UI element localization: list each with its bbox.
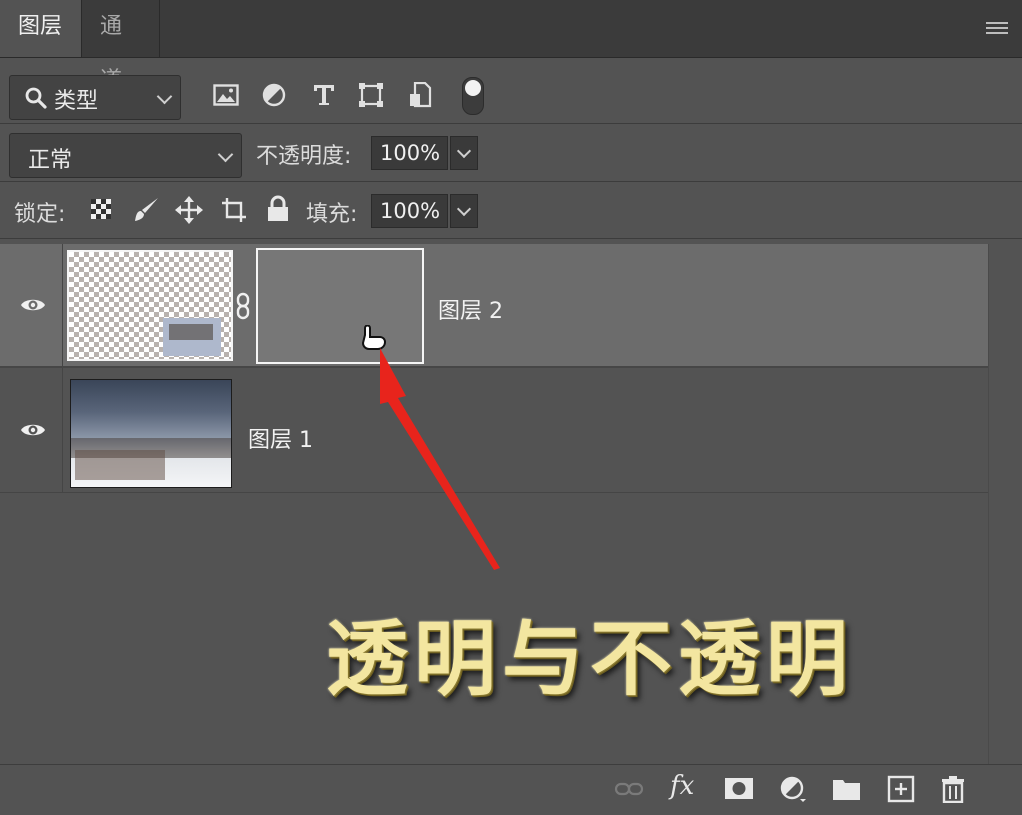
mask-link-icon[interactable] <box>235 292 251 320</box>
toggle-knob <box>465 80 481 96</box>
visibility-column <box>0 244 63 366</box>
opacity-label: 不透明度: <box>256 144 352 169</box>
adjustment-filter-icon[interactable] <box>262 83 286 107</box>
filter-toggle-icon[interactable] <box>462 77 484 115</box>
search-icon <box>25 87 47 109</box>
fill-slider-dropdown[interactable] <box>450 194 478 228</box>
lock-artboard-icon[interactable] <box>220 196 248 224</box>
divider <box>0 238 1022 239</box>
smart-object-filter-icon[interactable] <box>408 82 432 108</box>
eye-icon[interactable] <box>20 297 46 313</box>
annotation-caption: 透明与不透明 <box>326 611 855 707</box>
layer-name[interactable]: 图层 1 <box>248 422 313 454</box>
opacity-input[interactable]: 100% <box>371 136 448 170</box>
panel-bottom-bar <box>0 764 1022 815</box>
opacity-slider-dropdown[interactable] <box>450 136 478 170</box>
lock-transparent-pixels-icon[interactable] <box>90 198 112 220</box>
lock-image-pixels-icon[interactable] <box>132 196 160 224</box>
filter-kind-label: 类型 <box>54 89 99 114</box>
fill-input[interactable]: 100% <box>371 194 448 228</box>
chevron-down-icon <box>456 201 472 217</box>
layer-thumbnail[interactable] <box>67 250 233 361</box>
layer-name[interactable]: 图层 2 <box>438 293 503 325</box>
eye-icon[interactable] <box>20 422 46 438</box>
tab-layers[interactable]: 图层 <box>0 0 82 57</box>
lock-position-icon[interactable] <box>175 196 203 224</box>
image-fragment <box>75 450 165 480</box>
divider <box>0 181 1022 182</box>
annotation-arrow <box>380 348 500 570</box>
layers-scrollbar[interactable] <box>988 244 1022 764</box>
image-fragment <box>169 324 213 340</box>
lock-label: 锁定: <box>14 202 66 227</box>
fill-label: 填充: <box>306 202 358 227</box>
adjustment-layer-icon[interactable] <box>778 775 808 803</box>
trash-icon[interactable] <box>938 775 968 803</box>
type-filter-icon[interactable] <box>312 83 336 107</box>
group-folder-icon[interactable] <box>832 775 862 803</box>
visibility-column <box>0 368 63 492</box>
lock-all-icon[interactable] <box>266 195 290 223</box>
chevron-down-icon <box>156 88 173 104</box>
layer-thumbnail[interactable] <box>70 379 232 488</box>
image-filter-icon[interactable] <box>213 83 239 107</box>
divider <box>0 123 1022 124</box>
fx-icon[interactable]: fx <box>670 771 704 803</box>
filter-kind-dropdown[interactable]: 类型 <box>9 75 181 120</box>
new-layer-icon[interactable] <box>886 775 916 803</box>
blend-mode-dropdown[interactable]: 正常 <box>9 133 242 178</box>
panel-tab-bar: 图层 通道 <box>0 0 1022 93</box>
blend-mode-value: 正常 <box>28 148 73 173</box>
panel-menu-icon[interactable] <box>986 22 1008 36</box>
link-layers-icon[interactable] <box>614 775 644 803</box>
shape-filter-icon[interactable] <box>358 82 384 108</box>
chevron-down-icon <box>217 146 234 162</box>
add-mask-icon[interactable] <box>724 775 754 803</box>
chevron-down-icon <box>456 143 472 159</box>
tab-channels[interactable]: 通道 <box>82 0 160 93</box>
